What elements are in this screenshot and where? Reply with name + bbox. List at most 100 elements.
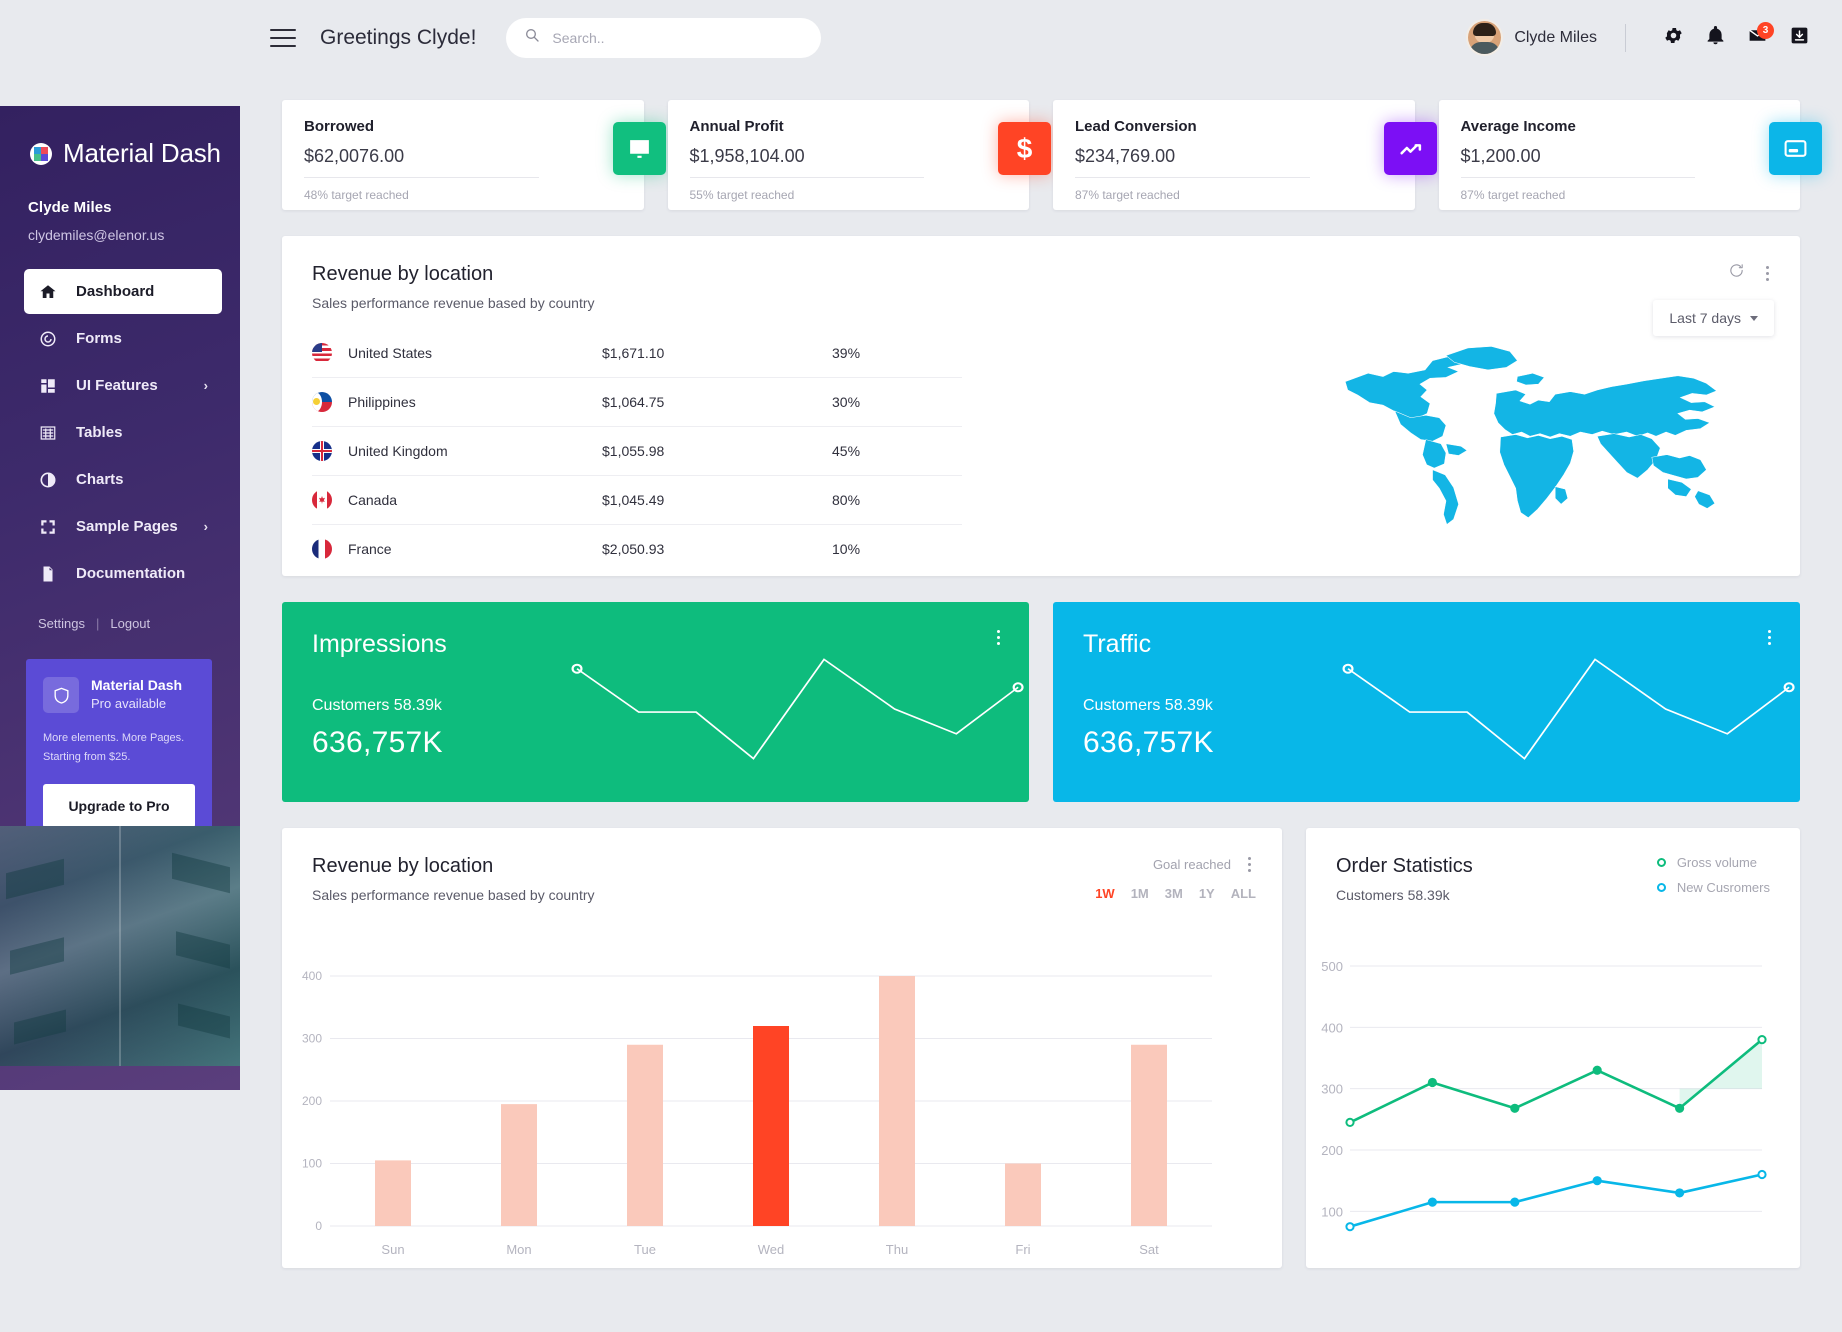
legend-item: New Cusromers [1656, 880, 1770, 895]
dollar-icon[interactable]: $ [998, 122, 1051, 175]
sidebar-item-dashboard[interactable]: Dashboard [24, 269, 222, 314]
messages-button[interactable]: 3 [1736, 17, 1778, 59]
download-icon [1789, 25, 1810, 51]
range-tab-all[interactable]: ALL [1231, 886, 1256, 901]
stat-card-borrowed: Borrowed $62,0076.00 48% target reached [282, 100, 666, 210]
shield-icon [43, 677, 79, 713]
sidebar: Material Dash Clyde Miles clydemiles@ele… [0, 106, 240, 1090]
country-cell: United States [312, 329, 602, 378]
settings-button[interactable] [1652, 17, 1694, 59]
notifications-button[interactable] [1694, 17, 1736, 59]
refresh-icon[interactable] [1728, 262, 1745, 284]
order-chart-subtitle: Customers 58.39k [1336, 887, 1450, 903]
range-tab-1y[interactable]: 1Y [1199, 886, 1215, 901]
stat-divider [1075, 177, 1310, 178]
search-input[interactable] [552, 29, 804, 46]
trending-icon[interactable] [1383, 122, 1437, 175]
percent-cell: 45% [832, 426, 962, 476]
amount-cell: $1,055.98 [602, 426, 832, 476]
amount-cell: $1,045.49 [602, 475, 832, 525]
country-cell: Philippines [312, 377, 602, 427]
amount-cell: $1,064.75 [602, 377, 832, 427]
receipt-icon[interactable] [612, 122, 666, 175]
svg-text:300: 300 [302, 1032, 322, 1046]
photo-band [14, 1009, 66, 1045]
photo-band [6, 858, 64, 900]
revenue-card-tools: Last 7 days [1653, 262, 1774, 336]
table-icon [38, 423, 58, 443]
svg-text:400: 400 [1321, 1020, 1343, 1035]
photo-band [176, 931, 230, 969]
svg-text:Wed: Wed [758, 1242, 785, 1257]
document-icon [38, 564, 58, 584]
table-row[interactable]: Canada $1,045.49 80% [312, 475, 962, 525]
sidebar-item-charts[interactable]: Charts [24, 457, 222, 502]
country-cell: United Kingdom [312, 426, 602, 476]
bar-chart-header: Revenue by location Sales performance re… [312, 855, 1256, 903]
logout-link[interactable]: Logout [110, 616, 150, 631]
upgrade-to-pro-button[interactable]: Upgrade to Pro [43, 783, 195, 828]
downloads-button[interactable] [1778, 17, 1820, 59]
sidebar-user: Clyde Miles clydemiles@elenor.us [0, 169, 240, 243]
goal-row: Goal reached [1095, 855, 1256, 874]
range-tab-1m[interactable]: 1M [1131, 886, 1149, 901]
sidebar-item-label: Charts [76, 471, 124, 488]
kebab-menu-icon[interactable] [1761, 264, 1774, 283]
chevron-right-icon: › [203, 378, 208, 393]
footer-separator: | [95, 616, 100, 631]
avatar [1468, 21, 1502, 54]
svg-text:Sat: Sat [1139, 1242, 1159, 1257]
messages-badge: 3 [1757, 21, 1774, 39]
promo-title: Material Dash [91, 677, 183, 693]
table-row[interactable]: United States $1,671.10 39% [312, 329, 962, 378]
stat-title: Average Income [1460, 118, 1576, 135]
pie-chart-icon [38, 470, 58, 490]
grid-icon [38, 376, 58, 396]
sidebar-item-ui-features[interactable]: UI Features › [24, 363, 222, 408]
brand-logo[interactable]: Material Dash [0, 106, 240, 169]
settings-link[interactable]: Settings [38, 616, 85, 631]
sidebar-item-tables[interactable]: Tables [24, 410, 222, 455]
bottom-charts-row: Revenue by location Sales performance re… [282, 828, 1800, 1268]
svg-text:200: 200 [302, 1094, 322, 1108]
table-row[interactable]: France $2,050.93 10% [312, 525, 962, 574]
menu-toggle-icon[interactable] [270, 28, 296, 47]
stat-divider [689, 177, 925, 178]
order-chart-titles: Order Statistics Customers 58.39k [1336, 855, 1473, 903]
sidebar-item-label: Dashboard [76, 283, 155, 300]
range-tab-3m[interactable]: 3M [1165, 886, 1183, 901]
card-icon[interactable] [1769, 122, 1822, 175]
sidebar-item-label: Sample Pages [76, 518, 178, 535]
stat-note: 55% target reached [689, 188, 795, 202]
metric-sparkline [571, 658, 1024, 760]
bar-chart-subtitle: Sales performance revenue based by count… [312, 887, 595, 903]
promo-subtitle: Pro available [91, 696, 167, 711]
kebab-menu-icon[interactable] [1243, 855, 1256, 874]
sidebar-item-label: Forms [76, 330, 122, 347]
metric-sparkline [1342, 658, 1795, 760]
svg-text:200: 200 [1321, 1143, 1343, 1158]
table-row[interactable]: Philippines $1,064.75 30% [312, 377, 962, 427]
search-box[interactable] [506, 17, 822, 58]
material-dash-logo-icon [30, 142, 52, 165]
legend-label: Gross volume [1676, 855, 1758, 870]
photo-band [10, 937, 64, 975]
account-menu[interactable]: Clyde Miles [1468, 21, 1597, 54]
stat-title: Borrowed [304, 118, 375, 135]
metric-card-traffic: Traffic Customers 58.39k 636,757K [1053, 602, 1800, 802]
stat-note: 48% target reached [304, 188, 409, 202]
brand-name: Material Dash [63, 138, 221, 168]
range-tab-1w[interactable]: 1W [1095, 886, 1115, 901]
svg-text:Thu: Thu [886, 1242, 908, 1257]
percent-cell: 80% [832, 475, 962, 525]
sidebar-item-sample-pages[interactable]: Sample Pages › [24, 504, 222, 549]
stat-value: $1,958,104.00 [689, 146, 805, 166]
legend-label: New Cusromers [1676, 880, 1770, 895]
sidebar-item-forms[interactable]: Forms [24, 316, 222, 361]
amount-cell: $2,050.93 [602, 541, 665, 557]
sidebar-item-label: Documentation [76, 565, 186, 582]
table-row[interactable]: United Kingdom $1,055.98 45% [312, 426, 962, 476]
sidebar-item-label: UI Features [76, 377, 158, 394]
range-tabs: 1W 1M 3M 1Y ALL [1095, 886, 1256, 901]
sidebar-item-documentation[interactable]: Documentation [24, 551, 222, 596]
